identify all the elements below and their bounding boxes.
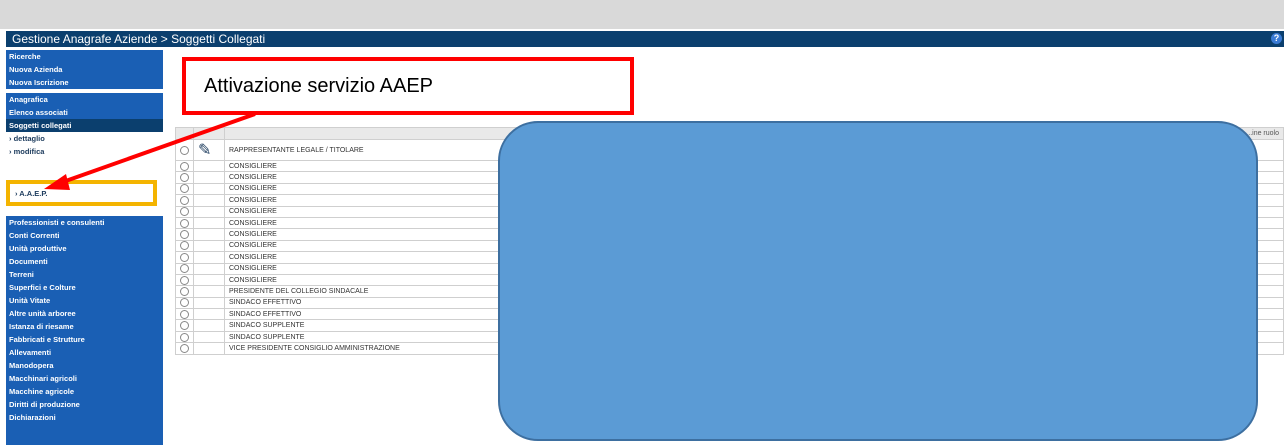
callout-arrow-icon (44, 112, 256, 190)
